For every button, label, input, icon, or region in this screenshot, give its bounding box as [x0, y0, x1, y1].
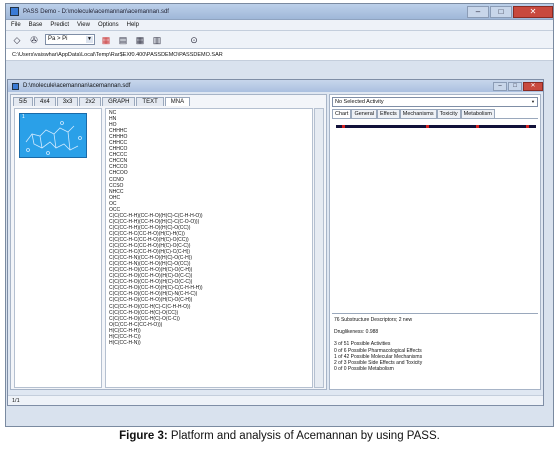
doc-icon	[12, 82, 19, 90]
table-icon[interactable]: ▦	[134, 34, 146, 46]
child-window-title: D:\molecule\acemannan\acemannan.sdf	[23, 83, 131, 89]
menu-view[interactable]: View	[77, 22, 90, 28]
toolbar: ◇ ✇ Pa > Pi ▼ ▦ ▤ ▦ ▥ ⊙	[6, 31, 553, 49]
menu-bar: File Base Predict View Options Help	[6, 20, 553, 31]
spectrum-mark	[476, 125, 479, 128]
tab-4x4[interactable]: 4x4	[34, 97, 56, 106]
child-maximize-button[interactable]: □	[508, 81, 522, 91]
status-bar: 1/1	[8, 395, 543, 405]
spectrum-mark	[342, 125, 345, 128]
pa-select[interactable]: Pa > Pi ▼	[45, 34, 95, 45]
menu-help[interactable]: Help	[127, 22, 139, 28]
molecule-thumbnail[interactable]: 1	[19, 113, 87, 158]
window-title: PASS Demo - D:\molecule\acemannan\aceman…	[23, 8, 169, 15]
title-bar: PASS Demo - D:\molecule\acemannan\aceman…	[6, 4, 553, 20]
open-icon[interactable]: ◇	[11, 34, 23, 46]
right-panel: No Selected Activity ▼ Chart General Effe…	[329, 94, 541, 390]
tab-text[interactable]: TEXT	[136, 97, 164, 106]
child-close-button[interactable]: ✕	[523, 81, 543, 91]
tab-chart[interactable]: Chart	[332, 109, 352, 118]
tab-3x3[interactable]: 3x3	[56, 97, 79, 106]
child-title-bar: D:\molecule\acemannan\acemannan.sdf – □ …	[8, 80, 543, 92]
stop-icon[interactable]: ⊙	[188, 34, 200, 46]
menu-options[interactable]: Options	[98, 22, 119, 28]
app-icon	[10, 7, 19, 16]
spectrum-mark	[426, 125, 429, 128]
menu-predict[interactable]: Predict	[50, 22, 69, 28]
predict-icon[interactable]: ✇	[28, 34, 40, 46]
tab-mechanisms[interactable]: Mechanisms	[399, 109, 437, 118]
view-icon[interactable]: ▤	[117, 34, 129, 46]
left-panel: 5i5 4x4 3x3 2x2 GRAPH TEXT MNA 1 NC HN H…	[10, 94, 327, 390]
activity-spectrum-bar	[336, 125, 536, 128]
tab-5i5[interactable]: 5i5	[13, 97, 34, 106]
molecule-structure-icon	[25, 121, 82, 155]
tab-graph[interactable]: GRAPH	[102, 97, 136, 106]
child-window: D:\molecule\acemannan\acemannan.sdf – □ …	[7, 79, 544, 406]
activity-select[interactable]: No Selected Activity ▼	[332, 97, 538, 107]
menu-file[interactable]: File	[11, 22, 21, 28]
tab-2x2[interactable]: 2x2	[79, 97, 102, 106]
spectrum-mark	[526, 125, 529, 128]
app-window: PASS Demo - D:\molecule\acemannan\aceman…	[5, 3, 554, 427]
path-bar: C:\Users\vaiswhar\AppData\Local\Temp\Rar…	[6, 49, 553, 61]
color-grid-icon[interactable]: ▦	[100, 34, 112, 46]
grid-icon[interactable]: ▥	[151, 34, 163, 46]
view-tabs: 5i5 4x4 3x3 2x2 GRAPH TEXT MNA	[11, 95, 326, 106]
mna-list-item: H(C(CC-H-N))	[109, 339, 141, 346]
chevron-down-icon: ▼	[86, 36, 93, 43]
minimize-button[interactable]: –	[467, 5, 489, 18]
caption-label: Figure 3:	[119, 430, 168, 442]
figure-caption: Figure 3: Platform and analysis of Acema…	[0, 430, 559, 442]
menu-base[interactable]: Base	[29, 22, 43, 28]
tab-toxicity[interactable]: Toxicity	[436, 109, 461, 118]
structure-thumbnails: 1	[14, 108, 102, 388]
prediction-summary: 76 Substructure Descriptors; 2 new Drugl…	[332, 313, 538, 389]
maximize-button[interactable]: □	[490, 5, 512, 18]
child-minimize-button[interactable]: –	[493, 81, 507, 91]
caption-text: Platform and analysis of Acemannan by us…	[167, 430, 440, 442]
summary-line: 0 of 0 Possible Metabolism	[334, 366, 394, 373]
tab-effects[interactable]: Effects	[377, 109, 400, 118]
chevron-down-icon: ▼	[531, 99, 535, 104]
tab-mna[interactable]: MNA	[164, 97, 191, 106]
mna-descriptor-list: NC HN HO CHHHC CHHHO CHHCC CHHCO CHCCC CHCCN CHCC…	[105, 108, 313, 388]
tab-general[interactable]: General	[351, 109, 378, 118]
close-button[interactable]: ✕	[513, 5, 553, 18]
result-tabs: Chart General Effects Mechanisms Toxicit…	[332, 109, 538, 119]
vertical-scrollbar[interactable]	[314, 108, 324, 388]
tab-metabolism[interactable]: Metabolism	[460, 109, 495, 118]
